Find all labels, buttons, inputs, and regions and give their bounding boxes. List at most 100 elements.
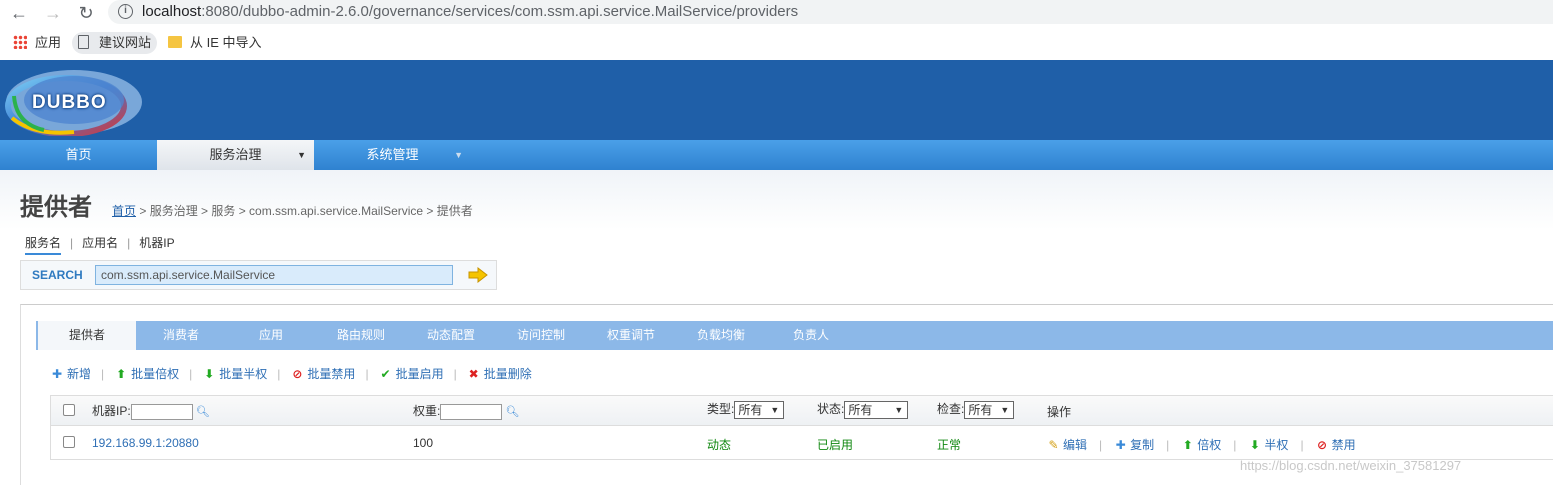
check-header: 检查: 所有 ▼ xyxy=(937,400,1015,419)
tab-label: 应用 xyxy=(258,328,283,342)
bookmark-suggested-sites[interactable]: 建议网站 xyxy=(72,32,158,54)
bookmark-import-ie[interactable]: 从 IE 中导入 xyxy=(168,32,262,54)
batch-double-weight-button[interactable]: ⬆ 批量倍权 xyxy=(114,365,179,382)
search-tab-app[interactable]: 应用名 xyxy=(82,234,118,251)
double-weight-button[interactable]: ⬆ 倍权 xyxy=(1181,438,1222,452)
tab-label: 访问控制 xyxy=(516,328,565,342)
browser-address-bar: ← → ↻ i localhost:8080/dubbo-admin-2.6.0… xyxy=(0,0,1553,26)
menu-system[interactable]: 系统管理 ▼ xyxy=(314,140,471,170)
chevron-down-icon: ▼ xyxy=(297,150,306,160)
type-header: 类型: 所有 ▼ xyxy=(707,400,785,419)
folder-icon xyxy=(168,36,182,48)
check-filter-select[interactable]: 所有 ▼ xyxy=(964,400,1015,419)
status-cell: 已启用 xyxy=(817,438,854,452)
tab-load-balance[interactable]: 负载均衡 xyxy=(676,321,766,350)
url-host: localhost xyxy=(142,3,202,20)
tab-dynamic-config[interactable]: 动态配置 xyxy=(406,321,496,350)
bookmark-label: 建议网站 xyxy=(99,35,152,50)
type-filter-select[interactable]: 所有 ▼ xyxy=(734,400,785,419)
forward-icon[interactable]: → xyxy=(42,2,64,24)
weight-cell: 100 xyxy=(413,436,434,450)
plus-icon: ✚ xyxy=(1115,438,1126,452)
ip-cell[interactable]: 192.168.99.1:20880 xyxy=(92,436,199,450)
check-cell: 正常 xyxy=(937,438,962,452)
menu-label: 系统管理 xyxy=(366,147,419,162)
op-label: 禁用 xyxy=(1331,438,1356,452)
tool-label: 新增 xyxy=(67,367,92,381)
chevron-down-icon: ▼ xyxy=(770,404,780,415)
separator: | xyxy=(189,367,193,381)
batch-disable-button[interactable]: ⊘ 批量禁用 xyxy=(290,365,355,382)
batch-toolbar: ✚ 新增 | ⬆ 批量倍权 | ⬇ 批量半权 | ⊘ 批量禁用 | ✔ 批量启用 | ✖ 批量删除 xyxy=(50,365,532,382)
page-icon xyxy=(78,35,89,49)
row-checkbox[interactable] xyxy=(63,436,75,448)
url-field[interactable]: i localhost:8080/dubbo-admin-2.6.0/gover… xyxy=(108,0,1553,24)
arrow-down-icon: ⬇ xyxy=(204,367,215,381)
tab-owners[interactable]: 负责人 xyxy=(766,321,856,350)
edit-button[interactable]: ✎ 编辑 xyxy=(1047,438,1087,452)
check-icon: ✔ xyxy=(380,367,391,381)
tab-weights[interactable]: 权重调节 xyxy=(586,321,676,350)
menu-home[interactable]: 首页 xyxy=(0,140,157,170)
providers-table: 机器IP: 🔍︎ 权重: 🔍︎ 类型: 所有 ▼ 状态: 所有 ▼ 检查: 所有 ▼ 操作 19… xyxy=(50,395,1553,460)
column-label: 权重: xyxy=(413,404,441,418)
ip-filter-input[interactable] xyxy=(130,403,193,420)
tab-label: 消费者 xyxy=(162,328,199,342)
tab-label: 权重调节 xyxy=(606,328,655,342)
search-label: SEARCH xyxy=(32,268,83,282)
reload-icon[interactable]: ↻ xyxy=(75,2,97,24)
add-button[interactable]: ✚ 新增 xyxy=(50,365,91,382)
separator: | xyxy=(453,367,457,381)
ban-icon: ⊘ xyxy=(1317,438,1328,452)
search-icon[interactable]: 🔍︎ xyxy=(505,405,519,418)
separator: | xyxy=(1300,438,1304,452)
op-label: 复制 xyxy=(1130,438,1155,452)
batch-enable-button[interactable]: ✔ 批量启用 xyxy=(379,365,444,382)
tab-access-control[interactable]: 访问控制 xyxy=(496,321,586,350)
menu-label: 服务治理 xyxy=(209,147,262,162)
select-value: 所有 xyxy=(738,402,763,417)
tab-consumers[interactable]: 消费者 xyxy=(136,321,226,350)
column-label: 状态: xyxy=(817,402,845,416)
plus-icon: ✚ xyxy=(51,367,63,381)
info-icon[interactable]: i xyxy=(118,4,133,19)
weight-filter-input[interactable] xyxy=(440,403,503,420)
separator: | xyxy=(101,367,105,381)
type-cell: 动态 xyxy=(707,438,732,452)
select-all-checkbox[interactable] xyxy=(63,404,75,416)
logo-text: DUBBO xyxy=(32,92,107,113)
tab-providers[interactable]: 提供者 xyxy=(38,321,136,350)
tab-routes[interactable]: 路由规则 xyxy=(316,321,406,350)
search-tab-ip[interactable]: 机器IP xyxy=(139,234,174,251)
status-filter-select[interactable]: 所有 ▼ xyxy=(844,400,909,419)
app-header xyxy=(0,60,1553,140)
op-label: 编辑 xyxy=(1063,438,1088,452)
page-header-bg xyxy=(0,170,1553,230)
table-header: 机器IP: 🔍︎ 权重: 🔍︎ 类型: 所有 ▼ 状态: 所有 ▼ 检查: 所有 ▼ 操作 xyxy=(51,396,1553,426)
apps-grid-icon xyxy=(13,35,27,49)
search-input[interactable]: com.ssm.api.service.MailService xyxy=(95,265,453,285)
tool-label: 批量半权 xyxy=(219,367,268,381)
watermark: https://blog.csdn.net/weixin_37581297 xyxy=(1240,458,1462,473)
tab-applications[interactable]: 应用 xyxy=(226,321,316,350)
chevron-down-icon: ▼ xyxy=(1000,404,1010,415)
half-weight-button[interactable]: ⬇ 半权 xyxy=(1248,438,1289,452)
disable-button[interactable]: ⊘ 禁用 xyxy=(1316,438,1356,452)
search-icon[interactable]: 🔍︎ xyxy=(196,405,210,418)
breadcrumb-home-link[interactable]: 首页 xyxy=(112,204,136,218)
bookmark-apps[interactable]: 应用 xyxy=(13,32,61,54)
status-header: 状态: 所有 ▼ xyxy=(817,400,909,419)
url-path: :8080/dubbo-admin-2.6.0/governance/servi… xyxy=(201,3,799,20)
batch-delete-button[interactable]: ✖ 批量删除 xyxy=(467,365,532,382)
arrow-right-icon[interactable] xyxy=(468,267,488,283)
menu-governance[interactable]: 服务治理 ▼ xyxy=(157,140,314,170)
back-icon[interactable]: ← xyxy=(8,2,30,24)
search-tab-service[interactable]: 服务名 xyxy=(25,234,62,255)
column-label: 检查: xyxy=(937,402,965,416)
batch-half-weight-button[interactable]: ⬇ 批量半权 xyxy=(202,365,267,382)
column-label: 类型: xyxy=(707,402,735,416)
tab-label: 路由规则 xyxy=(336,328,385,342)
op-label: 倍权 xyxy=(1197,438,1222,452)
tool-label: 批量启用 xyxy=(395,367,444,381)
copy-button[interactable]: ✚ 复制 xyxy=(1114,438,1155,452)
